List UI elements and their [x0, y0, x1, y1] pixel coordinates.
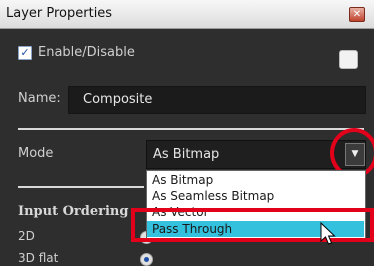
mouse-cursor-icon	[320, 222, 336, 245]
enable-label: Enable/Disable	[38, 45, 135, 60]
option-3d-flat-label: 3D flat	[18, 251, 59, 265]
close-icon[interactable]: ✕	[349, 7, 365, 22]
enable-checkbox[interactable]: ✓	[18, 46, 32, 60]
mode-label: Mode	[18, 146, 54, 161]
mode-selected-value: As Bitmap	[153, 147, 220, 162]
separator	[18, 186, 144, 188]
name-label: Name:	[18, 91, 61, 106]
input-ordering-header: Input Ordering	[18, 204, 129, 219]
name-field[interactable]: Composite	[68, 86, 366, 114]
title-bar: Layer Properties ✕	[0, 0, 374, 29]
name-value: Composite	[83, 92, 153, 107]
window-title: Layer Properties	[6, 6, 113, 21]
dropdown-item-as-bitmap[interactable]: As Bitmap	[152, 172, 364, 188]
dropdown-item-as-seamless-bitmap[interactable]: As Seamless Bitmap	[152, 188, 364, 204]
separator	[18, 128, 364, 130]
option-2d-label: 2D	[18, 229, 35, 243]
radio-3d-flat[interactable]	[140, 253, 153, 266]
layer-color-swatch[interactable]	[339, 50, 358, 69]
